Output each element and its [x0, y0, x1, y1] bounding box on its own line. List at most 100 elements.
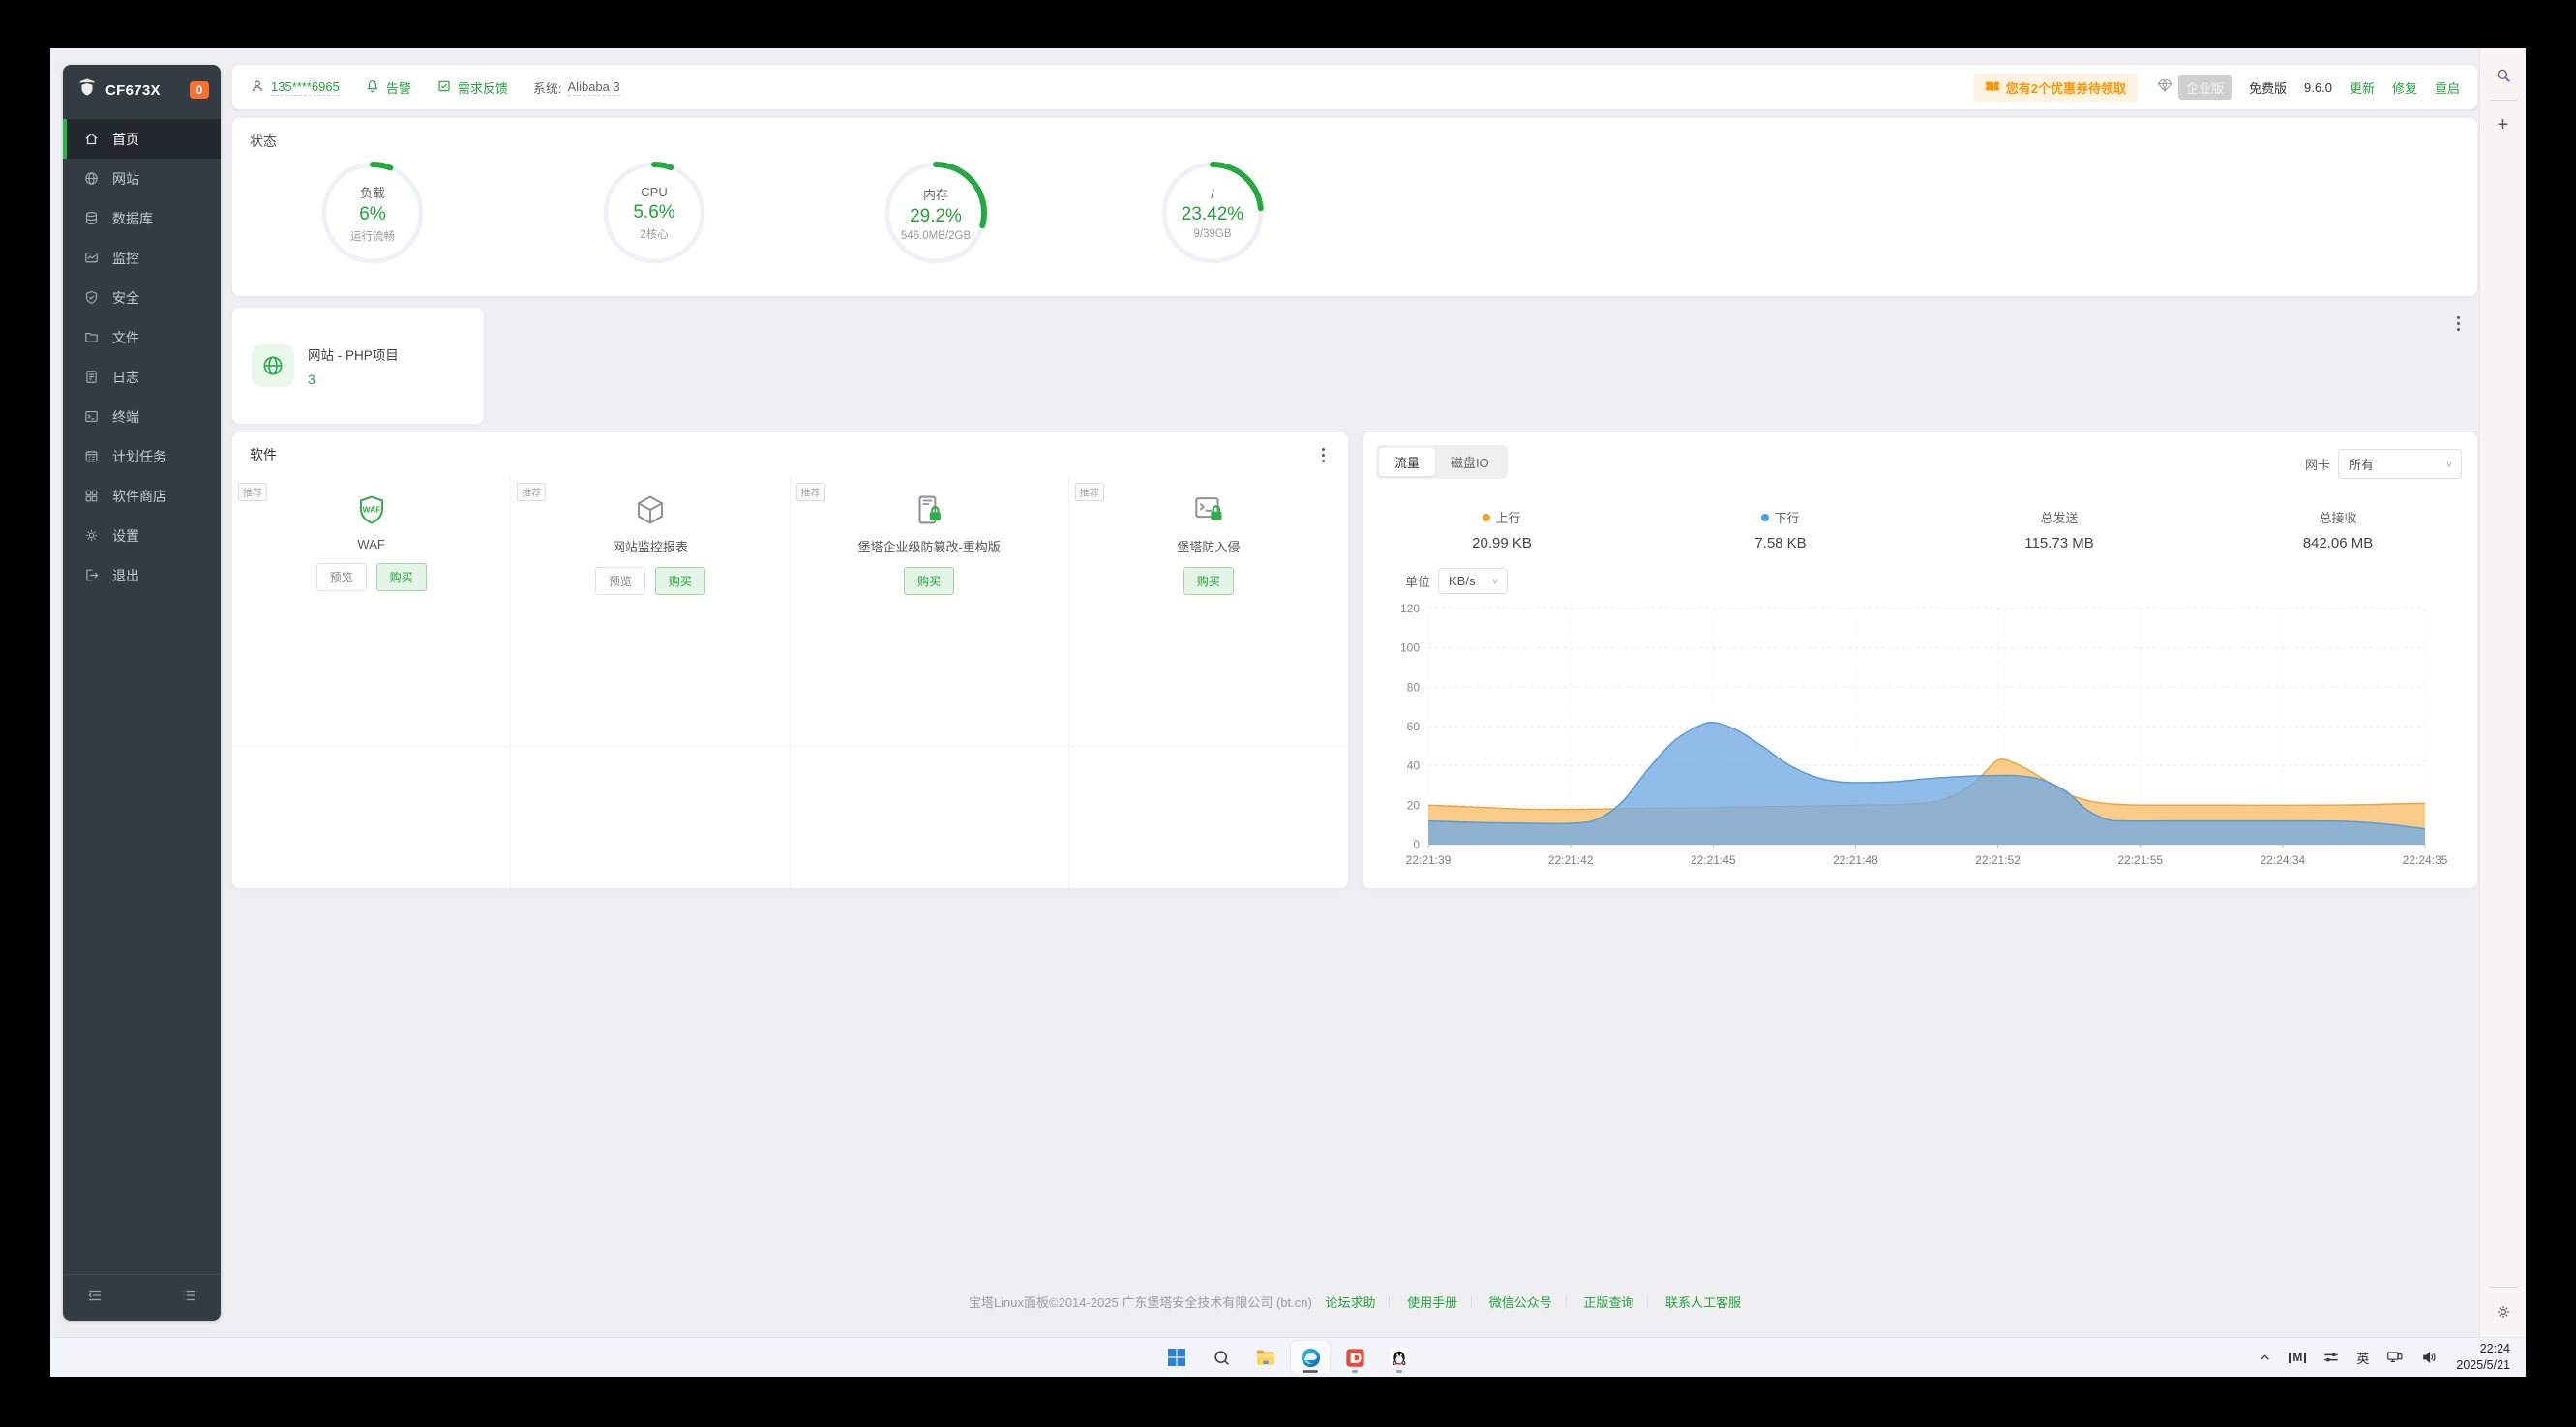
unit-select[interactable]: KB/s ∨ — [1438, 568, 1508, 594]
tab-traffic[interactable]: 流量 — [1379, 448, 1435, 476]
software-more-menu-icon[interactable] — [1313, 443, 1333, 466]
repair-button[interactable]: 修复 — [2392, 78, 2417, 97]
sidebar-item-settings[interactable]: 设置 — [63, 516, 221, 555]
alarm-link[interactable]: 告警 — [365, 78, 411, 97]
recommend-badge: 推荐 — [796, 483, 825, 501]
desktop: CF673X 0 首页 网站 数据库 监控 安全 文件 日志 终端 计划任务 软… — [50, 48, 2526, 1377]
taskbar-search-icon[interactable] — [1202, 1341, 1241, 1374]
recommend-badge: 推荐 — [517, 483, 546, 501]
tray-sliders-icon[interactable] — [2317, 1341, 2346, 1374]
divider — [2490, 100, 2517, 101]
traffic-area-chart[interactable]: 02040608010012022:21:3922:21:4222:21:452… — [1376, 599, 2464, 877]
logo-row[interactable]: CF673X 0 — [63, 65, 221, 115]
sidebar-item-appstore[interactable]: 软件商店 — [63, 476, 221, 516]
clock-date: 2025/5/21 — [2456, 1357, 2510, 1374]
red-app-icon[interactable] — [1335, 1341, 1374, 1374]
cube-icon — [633, 491, 668, 529]
software-item-intrusion-prevention[interactable]: 推荐 堡塔防入侵 购买 — [1069, 477, 1348, 746]
restart-button[interactable]: 重启 — [2435, 78, 2460, 97]
tray-m-app-icon[interactable]: M — [2282, 1341, 2313, 1374]
stat-value: 842.06 MB — [2303, 535, 2374, 551]
note-icon — [436, 78, 452, 97]
shield-logo-icon — [76, 77, 98, 104]
start-button[interactable] — [1157, 1341, 1196, 1374]
edge-browser-icon[interactable] — [1291, 1341, 1330, 1374]
feedback-link[interactable]: 需求反馈 — [436, 78, 508, 97]
software-item-waf[interactable]: 推荐 WAF WAF 预览 购买 — [232, 477, 511, 746]
gauge-memory[interactable]: 内存29.2%546.0MB/2GB — [882, 159, 990, 267]
buy-button[interactable]: 购买 — [655, 567, 705, 595]
speaker-icon[interactable] — [2414, 1341, 2444, 1374]
sidebar-add-icon[interactable]: + — [2488, 109, 2519, 140]
svg-text:40: 40 — [1407, 759, 1421, 773]
sidebar-item-label: 退出 — [112, 566, 139, 585]
software-name: WAF — [357, 537, 384, 551]
sidebar-item-label: 网站 — [112, 169, 139, 189]
buy-button[interactable]: 购买 — [1183, 567, 1234, 595]
system-info[interactable]: 系统: Alibaba 3 — [533, 78, 620, 97]
collapse-sidebar-icon[interactable] — [86, 1287, 104, 1309]
coupon-text: 您有2个优惠券待领取 — [2006, 78, 2126, 97]
update-button[interactable]: 更新 — [2350, 78, 2375, 97]
enterprise-upgrade[interactable]: 企业版 — [2155, 75, 2232, 100]
buy-button[interactable]: 购买 — [904, 567, 954, 595]
preview-button[interactable]: 预览 — [316, 563, 367, 591]
sidebar-item-cron[interactable]: 计划任务 — [63, 436, 221, 476]
account-phone[interactable]: 135****6965 — [250, 78, 340, 97]
svg-text:80: 80 — [1407, 680, 1421, 694]
terminal-lock-icon — [1190, 491, 1227, 529]
preview-button[interactable]: 预览 — [595, 567, 645, 595]
gauge-label: 内存 — [923, 185, 948, 203]
hidden-icons-chevron-icon[interactable] — [2252, 1341, 2278, 1374]
footer-link-support[interactable]: 联系人工客服 — [1665, 1295, 1741, 1310]
phone-number: 135****6965 — [271, 79, 340, 96]
copyright-text: 宝塔Linux面板©2014-2025 广东堡塔安全技术有限公司 (bt.cn) — [969, 1295, 1312, 1310]
software-item-tamper-proof[interactable]: 推荐 堡塔企业级防篡改-重构版 购买 — [791, 477, 1069, 746]
sidebar-item-database[interactable]: 数据库 — [63, 198, 221, 238]
sidebar-item-security[interactable]: 安全 — [63, 278, 221, 317]
sidebar-item-logs[interactable]: 日志 — [63, 357, 221, 397]
status-title: 状态 — [250, 132, 277, 151]
sidebar-search-icon[interactable] — [2488, 60, 2519, 91]
buy-button[interactable]: 购买 — [376, 563, 427, 591]
sidebar-item-sites[interactable]: 网站 — [63, 159, 221, 198]
browser-side-rail: + — [2479, 48, 2526, 1337]
coupon-banner[interactable]: 您有2个优惠券待领取 — [1973, 74, 2138, 102]
footer-link-wechat[interactable]: 微信公众号 — [1489, 1295, 1552, 1310]
network-icon[interactable] — [2380, 1341, 2411, 1374]
version-number[interactable]: 9.6.0 — [2304, 80, 2332, 95]
footer-link-manual[interactable]: 使用手册 — [1407, 1295, 1457, 1310]
sidebar-item-label: 日志 — [112, 368, 139, 387]
sidebar-item-home[interactable]: 首页 — [63, 119, 221, 159]
ime-language-indicator[interactable]: 英 — [2350, 1341, 2376, 1374]
sidebar-item-monitor[interactable]: 监控 — [63, 238, 221, 278]
footer-link-forum[interactable]: 论坛求助 — [1325, 1295, 1375, 1310]
site-php-card[interactable]: 网站 - PHP项目 3 — [232, 308, 484, 424]
notification-badge[interactable]: 0 — [190, 81, 209, 99]
sidebar-item-label: 首页 — [112, 130, 139, 149]
stat-label: 总接收 — [2319, 508, 2356, 526]
sidebar-item-files[interactable]: 文件 — [63, 317, 221, 357]
taskbar-clock[interactable]: 22:24 2025/5/21 — [2448, 1341, 2518, 1374]
nic-select[interactable]: 所有 ∨ — [2338, 449, 2462, 479]
gauge-disk-root[interactable]: /23.42%9/39GB — [1158, 159, 1267, 267]
gauge-load[interactable]: 负载6%运行流畅 — [318, 159, 427, 267]
sidebar-settings-gear-icon[interactable] — [2488, 1296, 2519, 1327]
menu-list-icon[interactable] — [180, 1287, 197, 1309]
gauge-value: 23.42% — [1182, 204, 1243, 225]
stat-value: 7.58 KB — [1754, 535, 1806, 551]
file-explorer-icon[interactable] — [1246, 1341, 1285, 1374]
row-more-menu-icon[interactable] — [2448, 312, 2468, 335]
sidebar-item-logout[interactable]: 退出 — [63, 555, 221, 595]
site-count[interactable]: 3 — [308, 372, 399, 387]
traffic-stats: 上行 20.99 KB 下行 7.58 KB 总发送 115.73 MB 总接收… — [1363, 508, 2477, 551]
qq-icon[interactable] — [1380, 1341, 1419, 1374]
gauge-cpu[interactable]: CPU5.6%2核心 — [600, 159, 708, 267]
system-label: 系统: — [533, 78, 562, 97]
enterprise-badge: 企业版 — [2178, 75, 2232, 100]
svg-text:100: 100 — [1400, 641, 1420, 655]
footer-link-license-check[interactable]: 正版查询 — [1583, 1295, 1633, 1310]
sidebar-item-terminal[interactable]: 终端 — [63, 397, 221, 436]
software-item-monitor-report[interactable]: 推荐 网站监控报表 预览 购买 — [511, 477, 790, 746]
tab-disk-io[interactable]: 磁盘IO — [1435, 448, 1505, 476]
